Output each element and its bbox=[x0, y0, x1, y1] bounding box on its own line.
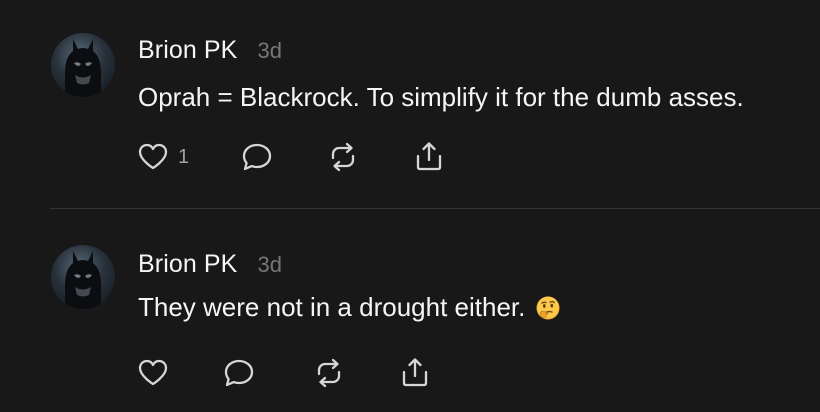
post-text-content: Oprah = Blackrock. To simplify it for th… bbox=[138, 82, 744, 112]
comment-button[interactable] bbox=[240, 140, 274, 174]
post-text: Oprah = Blackrock. To simplify it for th… bbox=[138, 82, 744, 113]
username[interactable]: Brion PK bbox=[138, 250, 237, 279]
repost-icon bbox=[317, 358, 341, 388]
action-bar bbox=[136, 356, 476, 390]
like-button[interactable] bbox=[136, 356, 170, 390]
timestamp[interactable]: 3d bbox=[257, 252, 281, 278]
share-icon bbox=[402, 358, 428, 387]
post-header: Brion PK 3d bbox=[138, 36, 282, 65]
comment-icon bbox=[242, 143, 272, 171]
heart-icon bbox=[138, 359, 168, 386]
post: Brion PK 3d They were not in a drought e… bbox=[0, 209, 820, 412]
comment-button[interactable] bbox=[222, 356, 256, 390]
username[interactable]: Brion PK bbox=[138, 36, 237, 65]
post-text-content: They were not in a drought either. bbox=[138, 292, 526, 322]
post: Brion PK 3d Oprah = Blackrock. To simpli… bbox=[0, 0, 820, 208]
repost-icon bbox=[331, 142, 355, 172]
share-button[interactable] bbox=[412, 140, 446, 174]
share-button[interactable] bbox=[398, 356, 432, 390]
comment-icon bbox=[224, 359, 254, 387]
share-icon bbox=[416, 142, 442, 171]
timestamp[interactable]: 3d bbox=[257, 38, 281, 64]
repost-button[interactable] bbox=[326, 140, 360, 174]
avatar[interactable] bbox=[51, 245, 115, 309]
action-bar: 1 bbox=[136, 140, 476, 174]
post-text: They were not in a drought either. bbox=[138, 292, 561, 323]
avatar[interactable] bbox=[51, 33, 115, 97]
like-count: 1 bbox=[178, 145, 190, 168]
like-button[interactable]: 1 bbox=[136, 140, 189, 174]
heart-icon bbox=[138, 143, 168, 170]
thinking-face-icon bbox=[535, 295, 561, 321]
repost-button[interactable] bbox=[312, 356, 346, 390]
post-header: Brion PK 3d bbox=[138, 250, 282, 279]
